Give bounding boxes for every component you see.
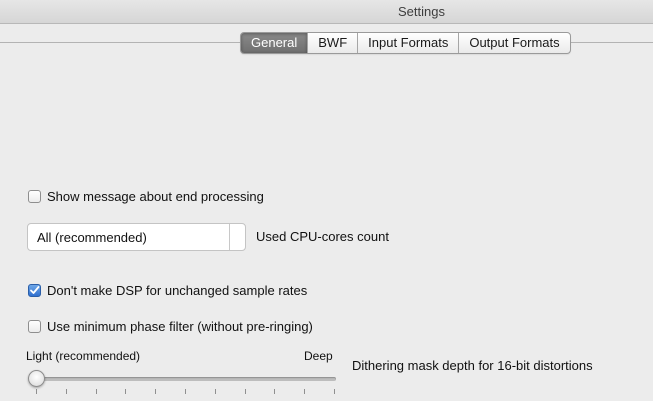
no-dsp-checkbox[interactable] (28, 283, 41, 297)
dither-slider-track[interactable] (34, 377, 336, 381)
tab-input-formats[interactable]: Input Formats (358, 33, 460, 53)
checkmark-icon (30, 285, 40, 294)
show-message-checkbox[interactable] (28, 189, 41, 203)
slider-tick (185, 389, 186, 394)
tab-output-formats[interactable]: Output Formats (459, 33, 569, 53)
dither-min-label: Light (recommended) (26, 349, 141, 363)
settings-window: Settings General BWF Input Formats Outpu… (0, 0, 653, 401)
no-dsp-label: Don't make DSP for unchanged sample rate… (47, 282, 308, 298)
cpu-cores-select[interactable]: All (recommended) (27, 223, 246, 251)
slider-tick (36, 389, 37, 394)
slider-tick (95, 389, 97, 394)
slider-tick (274, 389, 276, 394)
min-phase-option[interactable]: Use minimum phase filter (without pre-ri… (28, 318, 313, 334)
slider-tick (155, 389, 157, 394)
cpu-cores-value: All (recommended) (37, 229, 147, 245)
show-message-label: Show message about end processing (47, 188, 264, 204)
title-bar: Settings (0, 0, 653, 24)
dither-description: Dithering mask depth for 16-bit distorti… (352, 358, 593, 373)
dither-slider-knob[interactable] (28, 370, 45, 387)
tab-bwf[interactable]: BWF (308, 33, 359, 53)
cpu-cores-label: Used CPU-cores count (256, 229, 389, 244)
slider-tick (244, 389, 246, 394)
show-message-option[interactable]: Show message about end processing (28, 188, 264, 204)
no-dsp-option[interactable]: Don't make DSP for unchanged sample rate… (28, 282, 307, 298)
slider-tick (65, 389, 67, 394)
window-title: Settings (398, 4, 445, 19)
slider-tick (125, 389, 127, 394)
tab-bar: General BWF Input Formats Output Formats (240, 32, 571, 54)
dither-max-label: Deep (304, 349, 333, 363)
select-arrow-area[interactable] (229, 224, 245, 250)
min-phase-checkbox[interactable] (28, 319, 41, 333)
slider-tick (334, 389, 335, 394)
tab-general[interactable]: General (241, 33, 309, 53)
slider-tick (304, 389, 306, 394)
slider-tick (214, 389, 216, 394)
min-phase-label: Use minimum phase filter (without pre-ri… (47, 318, 313, 334)
